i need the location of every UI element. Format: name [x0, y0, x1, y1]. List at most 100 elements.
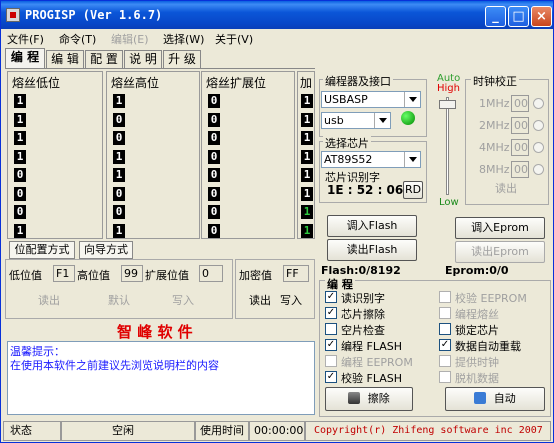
fuse-bit[interactable]: 1: [14, 94, 26, 108]
erase-button[interactable]: 擦除: [325, 387, 413, 411]
clock-radio[interactable]: [533, 142, 544, 153]
fuse-bit[interactable]: 0: [208, 131, 220, 145]
fuse-bit[interactable]: 1: [14, 131, 26, 145]
option-checkbox[interactable]: [325, 355, 337, 367]
fuse-write-button[interactable]: 写入: [165, 293, 201, 311]
clock-read-button[interactable]: 读出: [489, 181, 523, 199]
option-checkbox[interactable]: ✓: [439, 339, 451, 351]
close-button[interactable]: ×: [531, 6, 552, 27]
fuse-bit[interactable]: 0: [14, 205, 26, 219]
maximize-button[interactable]: □: [508, 6, 529, 27]
option-checkbox[interactable]: ✓: [325, 291, 337, 303]
fuse-bit[interactable]: 0: [113, 186, 125, 201]
tab-upgrade[interactable]: 升 级: [163, 50, 201, 68]
clock-value-field[interactable]: 00: [511, 95, 529, 112]
fuse-bit[interactable]: 0: [208, 94, 220, 108]
fuse-bit[interactable]: 0: [113, 112, 125, 127]
port-select[interactable]: usb: [321, 112, 391, 129]
programmer-select[interactable]: USBASP: [321, 91, 421, 108]
fuse-bit[interactable]: 1: [301, 149, 313, 164]
clock-value-field[interactable]: 00: [511, 161, 529, 178]
fuse-bit[interactable]: 1: [14, 112, 26, 127]
read-id-button[interactable]: RD: [403, 181, 423, 199]
fuse-bit[interactable]: 0: [113, 131, 125, 145]
read-flash-button[interactable]: 读出Flash: [327, 239, 417, 261]
fuse-read-button[interactable]: 读出: [31, 293, 67, 311]
copyright-text: Copyright(r) Zhifeng software inc 2007: [314, 425, 543, 436]
tab-bitwise-config[interactable]: 位配置方式: [9, 241, 75, 259]
menu-edit[interactable]: 编辑(E): [111, 31, 149, 47]
load-flash-button[interactable]: 调入Flash: [327, 215, 417, 237]
fuse-bit[interactable]: 0: [208, 149, 220, 164]
fuse-bit[interactable]: 0: [208, 112, 220, 127]
fuse-bit[interactable]: 1: [113, 149, 125, 164]
option-checkbox[interactable]: [439, 355, 451, 367]
fuse-bit[interactable]: 0: [208, 205, 220, 219]
minimize-button[interactable]: _: [485, 6, 506, 27]
title-bar[interactable]: PROGISP (Ver 1.6.7) _ □ ×: [1, 1, 553, 29]
load-eeprom-button[interactable]: 调入Eprom: [455, 217, 545, 239]
ext-value-label: 扩展位值: [145, 269, 189, 282]
auto-button[interactable]: 自动: [445, 387, 545, 411]
menu-select[interactable]: 选择(W): [163, 31, 204, 47]
option-checkbox[interactable]: [439, 323, 451, 335]
high-value-label: 高位值: [77, 269, 110, 282]
lock-write-button[interactable]: 写入: [275, 293, 307, 311]
fuse-bit[interactable]: 1: [301, 168, 313, 182]
clock-radio[interactable]: [533, 120, 544, 131]
chip-select[interactable]: AT89S52: [321, 151, 421, 168]
clock-radio[interactable]: [533, 164, 544, 175]
speed-slider-handle[interactable]: [439, 100, 456, 109]
option-checkbox[interactable]: ✓: [325, 307, 337, 319]
auto-button-label: 自动: [493, 392, 516, 405]
menu-about[interactable]: 关于(V): [215, 31, 253, 47]
fuse-default-button[interactable]: 默认: [101, 293, 137, 311]
fuse-bit[interactable]: 1: [301, 131, 313, 145]
fuse-bit[interactable]: 1: [14, 223, 26, 238]
tip-box: 温馨提示： 在使用本软件之前建议先浏览说明栏的内容: [7, 341, 315, 415]
read-eeprom-button[interactable]: 读出Eprom: [455, 241, 545, 263]
fuse-bit[interactable]: 1: [301, 205, 313, 219]
fuse-bit[interactable]: 1: [301, 223, 313, 238]
clock-group-title: 时钟校正: [471, 73, 519, 89]
fuse-bit[interactable]: 0: [208, 186, 220, 201]
option-checkbox[interactable]: [439, 307, 451, 319]
clock-radio[interactable]: [533, 98, 544, 109]
clock-value-field[interactable]: 00: [511, 139, 529, 156]
fuse-bit[interactable]: 0: [208, 168, 220, 182]
fuse-bit[interactable]: 1: [113, 168, 125, 182]
fuse-bit[interactable]: 0: [208, 223, 220, 238]
status-value: 空闲: [112, 424, 134, 437]
fuse-bit[interactable]: 0: [113, 205, 125, 219]
ext-value-field[interactable]: 0: [199, 265, 223, 282]
tab-edit[interactable]: 编 辑: [46, 50, 84, 68]
tab-wizard-config[interactable]: 向导方式: [79, 241, 133, 259]
option-checkbox[interactable]: [439, 291, 451, 303]
option-checkbox[interactable]: ✓: [325, 339, 337, 351]
menu-file[interactable]: 文件(F): [7, 31, 44, 47]
clock-value-field[interactable]: 00: [511, 117, 529, 134]
option-label: 编程 EEPROM: [341, 356, 413, 369]
lock-read-button[interactable]: 读出: [245, 293, 275, 311]
usage-time-label: 使用时间: [200, 424, 244, 437]
option-checkbox[interactable]: ✓: [325, 371, 337, 383]
status-value-cell: 空闲: [61, 421, 195, 441]
tab-program[interactable]: 编 程: [5, 48, 45, 68]
fuse-bit[interactable]: 0: [14, 168, 26, 182]
fuse-bit[interactable]: 1: [113, 94, 125, 108]
fuse-bit[interactable]: 0: [14, 186, 26, 201]
fuse-bit[interactable]: 1: [301, 94, 313, 108]
option-checkbox[interactable]: [325, 323, 337, 335]
lock-value-field[interactable]: FF: [283, 265, 309, 282]
low-value-field[interactable]: F1: [53, 265, 75, 282]
option-label: 编程熔丝: [455, 308, 499, 321]
tab-help[interactable]: 说 明: [124, 50, 162, 68]
fuse-bit[interactable]: 1: [301, 112, 313, 127]
fuse-bit[interactable]: 1: [113, 223, 125, 238]
high-value-field[interactable]: 99: [121, 265, 143, 282]
fuse-bit[interactable]: 1: [301, 186, 313, 201]
fuse-bit[interactable]: 1: [14, 149, 26, 164]
tab-config[interactable]: 配 置: [85, 50, 123, 68]
menu-command[interactable]: 命令(T): [59, 31, 96, 47]
option-checkbox[interactable]: [439, 371, 451, 383]
